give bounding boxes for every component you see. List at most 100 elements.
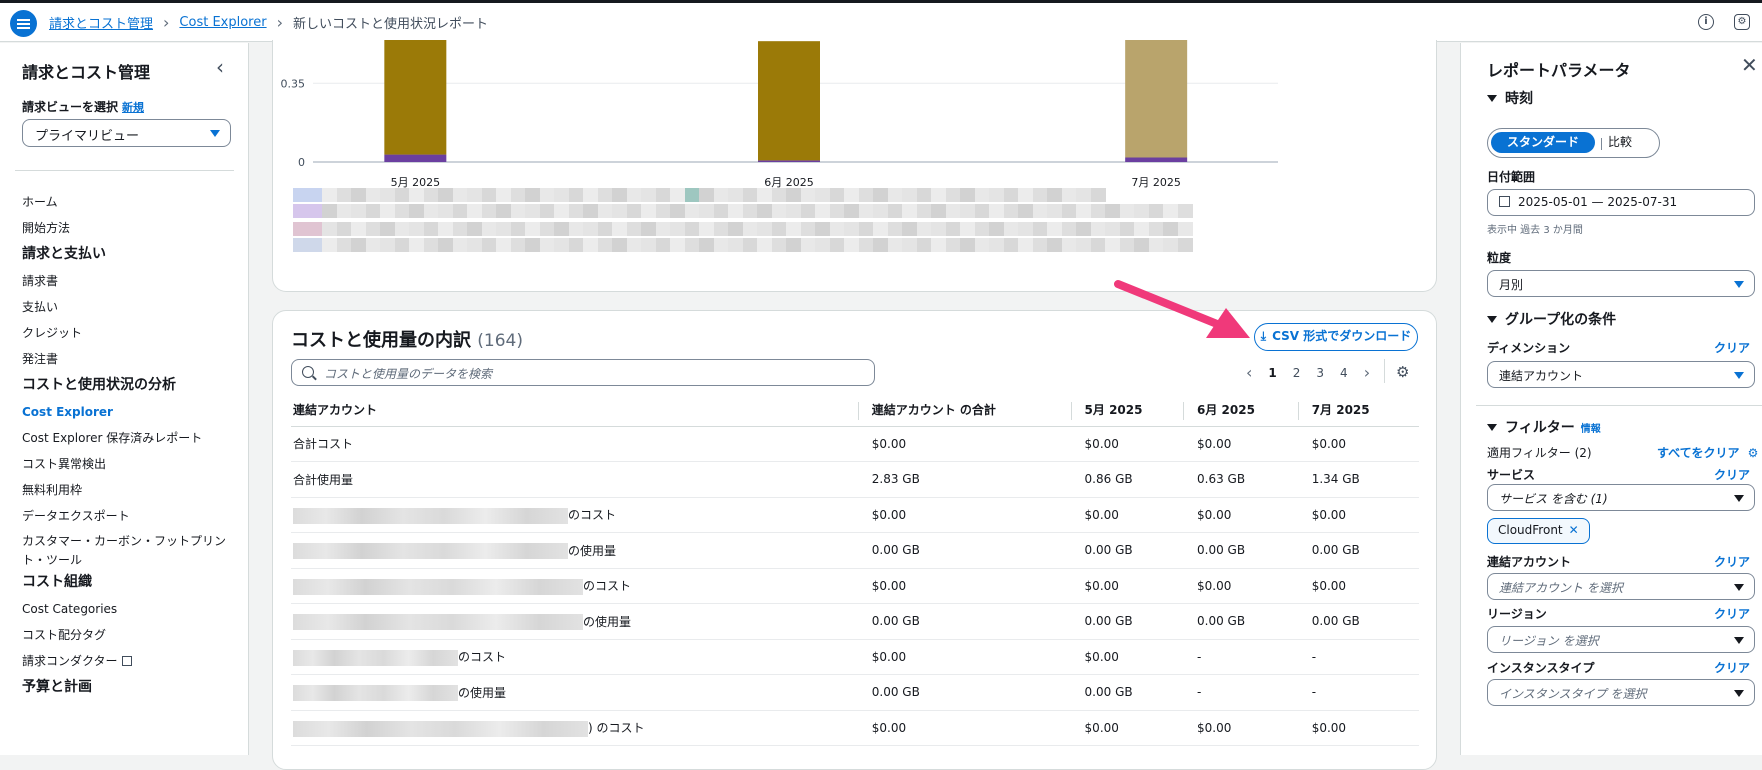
dimension-select[interactable]: 連結アカウント — [1487, 361, 1755, 388]
value-cell: $0.00 — [857, 639, 1071, 675]
page-2-button[interactable]: 2 — [1293, 366, 1301, 380]
legend-redacted-block — [1047, 222, 1062, 236]
date-range-picker[interactable]: 2025-05-01 — 2025-07-31 — [1487, 189, 1755, 216]
legend-redacted-block — [554, 188, 569, 202]
sidebar-item[interactable]: Cost Explorer 保存済みレポート — [22, 425, 242, 451]
region-select[interactable]: リージョン を選択 — [1487, 626, 1755, 653]
legend-redacted-block — [351, 238, 366, 252]
sidebar-item[interactable]: 発注書 — [22, 346, 242, 372]
sidebar-item[interactable]: Cost Explorer — [22, 399, 242, 425]
sidebar-item[interactable]: ホーム — [22, 189, 242, 215]
legend-redacted-block — [815, 188, 830, 202]
next-page-chevron-right-icon[interactable]: › — [1364, 363, 1370, 382]
billing-view-new-link[interactable]: 新規 — [122, 101, 144, 114]
sidebar-item[interactable]: コスト異常検出 — [22, 451, 242, 477]
table-row: のコスト $0.00 $0.00 $0.00 $0.00 — [291, 568, 1419, 604]
download-csv-button[interactable]: ⤓ CSV 形式でダウンロード — [1254, 323, 1418, 351]
filters-section-toggle[interactable]: フィルター 情報 — [1487, 417, 1601, 437]
filters-info-link[interactable]: 情報 — [1581, 424, 1601, 435]
page-1-button[interactable]: 1 — [1268, 366, 1276, 380]
legend-redacted-block — [612, 204, 627, 218]
page-4-button[interactable]: 4 — [1340, 366, 1348, 380]
legend-redacted-block — [539, 238, 555, 252]
compare-segment[interactable]: 比較 — [1608, 133, 1632, 150]
legend-redacted-block — [989, 204, 1004, 218]
account-label: ) のコスト — [588, 721, 645, 735]
legend-redacted-block — [728, 204, 743, 218]
clear-all-filters-link[interactable]: すべてをクリア ⚙ — [1657, 444, 1758, 461]
legend-redacted-block — [641, 188, 656, 202]
legend-redacted-block — [336, 188, 352, 202]
sidebar-item[interactable]: データエクスポート — [22, 503, 242, 529]
calendar-icon — [1499, 196, 1510, 207]
gear-icon[interactable]: ⚙ — [1748, 446, 1759, 460]
collapse-sidebar-icon[interactable]: ‹ — [216, 55, 224, 79]
legend-redacted-block — [960, 238, 975, 252]
table-row: のコスト $0.00 $0.00 $0.00 $0.00 — [291, 497, 1419, 533]
billing-view-select[interactable]: プライマリビュー — [22, 119, 231, 147]
caret-down-icon — [1734, 690, 1744, 697]
service-clear-link[interactable]: クリア — [1714, 466, 1750, 483]
legend-redacted-block — [438, 238, 453, 252]
granularity-select[interactable]: 月別 — [1487, 270, 1755, 297]
legend-redacted-block — [873, 188, 888, 202]
sidebar-item[interactable]: 支払い — [22, 294, 242, 320]
legend-redacted-block — [380, 222, 395, 236]
cost-breakdown-card: コストと使用量の内訳 (164) ⤓ CSV 形式でダウンロード コストと使用量の… — [272, 310, 1437, 770]
breadcrumb-cost-explorer[interactable]: Cost Explorer — [179, 15, 266, 30]
value-cell: $0.00 — [1297, 710, 1419, 746]
sidebar-item[interactable]: 請求書 — [22, 268, 242, 294]
linked-account-clear-link[interactable]: クリア — [1714, 553, 1750, 570]
pink-annotation-arrow — [1114, 280, 1250, 338]
legend-redacted-block — [539, 204, 555, 218]
breadcrumb-billing[interactable]: 請求とコスト管理 — [49, 13, 153, 32]
account-label: の使用量 — [458, 685, 507, 700]
legend-redacted-block — [713, 204, 729, 218]
sidebar-item[interactable]: 無料利用枠 — [22, 477, 242, 503]
column-header[interactable]: 連結アカウント の合計 — [857, 394, 1071, 427]
table-preferences-gear-icon[interactable]: ⚙ — [1396, 363, 1409, 381]
dimension-clear-link[interactable]: クリア — [1714, 339, 1750, 356]
sidebar-item[interactable]: クレジット — [22, 320, 242, 346]
column-header[interactable]: 6月 2025 — [1183, 394, 1298, 427]
region-clear-link[interactable]: クリア — [1714, 605, 1750, 622]
group-by-section-toggle[interactable]: グループ化の条件 — [1487, 309, 1616, 329]
legend-redacted-block — [829, 222, 845, 236]
previous-page-chevron-left-icon[interactable]: ‹ — [1246, 363, 1252, 382]
sidebar-item[interactable]: 開始方法 — [22, 215, 242, 241]
sidebar-item[interactable]: Cost Categories — [22, 596, 242, 622]
sidebar-item[interactable]: 請求コンダクター — [22, 648, 242, 674]
time-section-toggle[interactable]: 時刻 — [1487, 88, 1533, 108]
value-cell: $0.00 — [1070, 568, 1184, 604]
column-header[interactable]: 5月 2025 — [1070, 394, 1184, 427]
column-header[interactable]: 7月 2025 — [1297, 394, 1419, 427]
search-input[interactable]: コストと使用量のデータを検索 — [291, 359, 875, 386]
breakdown-table: 連結アカウント 連結アカウント の合計 5月 2025 6月 2025 7月 2025 … — [291, 394, 1419, 746]
column-divider — [1070, 402, 1072, 420]
value-cell: $0.00 — [1070, 426, 1184, 462]
linked-account-select[interactable]: 連結アカウント を選択 — [1487, 573, 1755, 600]
sidebar-item[interactable]: コスト配分タグ — [22, 622, 242, 648]
settings-icon[interactable]: ⚙ — [1734, 14, 1750, 30]
value-cell: - — [1297, 639, 1419, 675]
caret-down-icon — [1734, 281, 1744, 288]
close-icon[interactable]: ✕ — [1741, 53, 1758, 77]
info-icon[interactable]: i — [1698, 14, 1714, 30]
service-select[interactable]: サービス を含む (1) — [1487, 484, 1755, 511]
sidebar-item[interactable]: カスタマー・カーボン・フットプリント・ツール — [22, 529, 242, 569]
legend-redacted-block — [1119, 204, 1135, 218]
remove-token-close-icon[interactable]: ✕ — [1569, 523, 1579, 537]
value-cell: 0.86 GB — [1070, 461, 1184, 498]
standard-segment[interactable]: スタンダード — [1491, 132, 1595, 153]
instance-type-clear-link[interactable]: クリア — [1714, 659, 1750, 676]
legend-redacted-block — [568, 204, 584, 218]
legend-redacted-block — [960, 188, 975, 202]
instance-type-select[interactable]: インスタンスタイプ を選択 — [1487, 679, 1755, 706]
legend-redacted-block — [1032, 204, 1048, 218]
column-header[interactable]: 連結アカウント — [291, 394, 858, 427]
menu-icon[interactable] — [10, 10, 37, 37]
legend-redacted-block — [597, 238, 613, 252]
legend-redacted-block — [670, 204, 685, 218]
page-3-button[interactable]: 3 — [1316, 366, 1324, 380]
legend-redacted-block — [945, 222, 961, 236]
